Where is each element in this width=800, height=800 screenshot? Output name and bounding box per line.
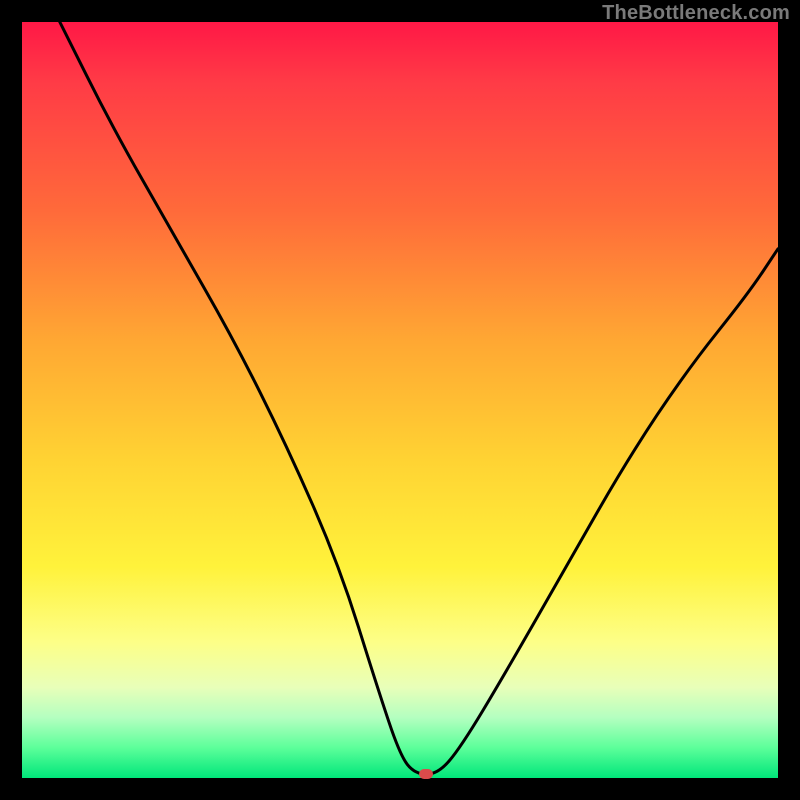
curve-minimum-marker [419, 769, 433, 779]
bottleneck-curve [22, 22, 778, 778]
plot-area [22, 22, 778, 778]
chart-frame: TheBottleneck.com [0, 0, 800, 800]
